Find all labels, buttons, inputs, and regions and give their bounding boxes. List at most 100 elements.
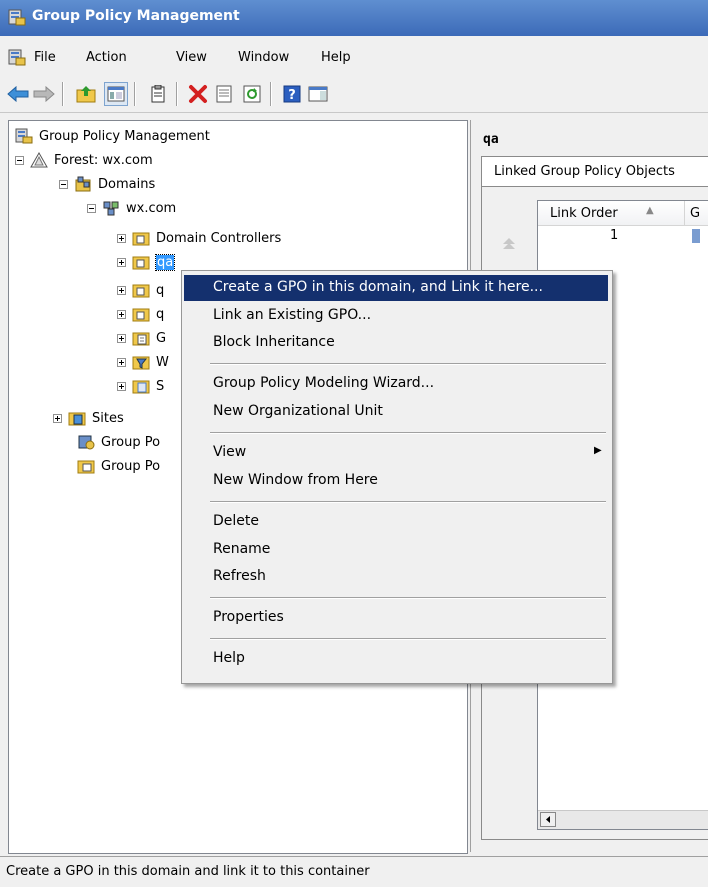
tree-item-qa[interactable]: qa	[117, 251, 176, 273]
tree-item-modeling[interactable]: Group Po	[77, 431, 160, 453]
ou-folder-icon	[132, 308, 150, 322]
tree-label-modeling: Group Po	[101, 434, 161, 450]
menu-item-new-ou[interactable]: New Organizational Unit	[184, 399, 608, 425]
menu-item-view[interactable]: View ▶	[184, 440, 608, 466]
details-heading: qa	[483, 132, 499, 147]
expand-toggle[interactable]	[117, 357, 126, 367]
tree-label-ou-3: q	[156, 282, 165, 298]
tree-item-results[interactable]: Group Po	[77, 455, 160, 477]
title-bar[interactable]: Group Policy Management	[0, 0, 708, 36]
scroll-left-button[interactable]	[540, 812, 556, 827]
tree-item-ou-4[interactable]: q	[117, 303, 164, 325]
menu-file[interactable]: File	[34, 50, 56, 65]
context-menu: Create a GPO in this domain, and Link it…	[181, 270, 613, 684]
expand-toggle[interactable]	[117, 309, 126, 319]
expand-toggle[interactable]	[53, 413, 62, 423]
domains-icon	[75, 176, 91, 192]
menu-window[interactable]: Window	[238, 50, 289, 65]
collapse-toggle[interactable]	[59, 179, 68, 189]
show-action-pane-icon[interactable]	[306, 82, 330, 106]
tree-item-forest[interactable]: Forest: wx.com	[15, 149, 153, 171]
menu-item-new-window[interactable]: New Window from Here	[184, 468, 608, 494]
ou-folder-icon	[132, 284, 150, 298]
tree-item-domains[interactable]: Domains	[59, 173, 155, 195]
tree-label-gpo-container: G	[156, 330, 167, 346]
table-row[interactable]: 1	[538, 225, 708, 247]
expand-toggle[interactable]	[117, 333, 126, 343]
tree-item-wmi-filters[interactable]: W	[117, 351, 169, 373]
menu-item-refresh[interactable]: Refresh	[184, 564, 608, 590]
expand-toggle[interactable]	[117, 285, 126, 295]
expand-toggle[interactable]	[117, 233, 126, 243]
tree-label-root: Group Policy Management	[39, 128, 210, 144]
menu-item-block-inheritance[interactable]: Block Inheritance	[184, 330, 608, 356]
menu-item-properties[interactable]: Properties	[184, 605, 608, 631]
status-text: Create a GPO in this domain and link it …	[6, 864, 370, 879]
menu-item-modeling-wizard[interactable]: Group Policy Modeling Wizard...	[184, 371, 608, 397]
menu-bar: File Action View Window Help	[0, 36, 708, 76]
menu-item-help[interactable]: Help	[184, 646, 608, 672]
gpm-root-icon	[15, 128, 33, 144]
tab-label: Linked Group Policy Objects	[494, 164, 675, 179]
ou-folder-icon	[132, 232, 150, 246]
menu-help[interactable]: Help	[321, 50, 351, 65]
ou-folder-icon	[132, 256, 150, 270]
horizontal-scrollbar[interactable]	[538, 810, 708, 829]
tree-item-gpo-container[interactable]: G	[117, 327, 166, 349]
gpo-folder-icon	[132, 332, 150, 346]
gpm-app-icon	[8, 9, 26, 26]
properties-icon[interactable]	[212, 82, 236, 106]
tree-label-results: Group Po	[101, 458, 161, 474]
tree-label-qa: qa	[154, 253, 176, 271]
menu-item-create-gpo-link[interactable]: Create a GPO in this domain, and Link it…	[184, 275, 608, 301]
menu-view[interactable]: View	[176, 50, 207, 65]
window-title: Group Policy Management	[32, 8, 240, 24]
results-icon	[77, 460, 95, 474]
back-arrow-icon[interactable]	[6, 82, 30, 106]
forest-icon	[30, 152, 48, 168]
delete-icon[interactable]	[186, 82, 210, 106]
tree-label-domain: wx.com	[126, 200, 177, 216]
tree-label-forest: Forest: wx.com	[54, 152, 153, 168]
sort-ascending-icon: ▲	[646, 205, 654, 216]
tree-label-sites: Sites	[92, 410, 124, 426]
starter-gpo-icon	[132, 380, 150, 394]
menu-action[interactable]: Action	[86, 50, 127, 65]
copy-icon[interactable]	[146, 82, 170, 106]
gpo-icon	[692, 229, 700, 243]
help-icon[interactable]: ?	[280, 82, 304, 106]
collapse-toggle[interactable]	[87, 203, 96, 213]
column-header-gpo[interactable]: G	[690, 206, 700, 221]
tree-item-root[interactable]: Group Policy Management	[15, 125, 210, 147]
column-header-label: Link Order	[550, 206, 618, 221]
tree-item-sites[interactable]: Sites	[53, 407, 124, 429]
menu-item-delete[interactable]: Delete	[184, 509, 608, 535]
tab-linked-gpos[interactable]: Linked Group Policy Objects	[481, 156, 708, 187]
tree-label-starter-gpos: S	[156, 378, 165, 394]
wmi-filter-icon	[132, 356, 150, 370]
move-link-up-icon[interactable]	[501, 236, 517, 255]
link-order-cell: 1	[610, 228, 619, 243]
tree-label-domain-controllers: Domain Controllers	[156, 230, 282, 246]
collapse-toggle[interactable]	[15, 155, 24, 165]
up-folder-icon[interactable]	[74, 82, 98, 106]
tree-item-domain[interactable]: wx.com	[87, 197, 176, 219]
modeling-icon	[78, 435, 95, 450]
column-header-link-order[interactable]: Link Order ▲ G	[538, 201, 708, 226]
tree-label-ou-4: q	[156, 306, 165, 322]
menu-item-link-existing-gpo[interactable]: Link an Existing GPO...	[184, 303, 608, 329]
submenu-arrow-icon: ▶	[594, 445, 602, 456]
expand-toggle[interactable]	[117, 257, 126, 267]
domain-icon	[103, 201, 119, 216]
show-hide-tree-icon[interactable]	[104, 82, 128, 106]
expand-toggle[interactable]	[117, 381, 126, 391]
tree-item-starter-gpos[interactable]: S	[117, 375, 164, 397]
gpm-menu-icon[interactable]	[8, 48, 26, 66]
refresh-icon[interactable]	[240, 82, 264, 106]
tree-item-domain-controllers[interactable]: Domain Controllers	[117, 227, 281, 249]
tree-label-wmi-filters: W	[156, 354, 169, 370]
menu-item-rename[interactable]: Rename	[184, 537, 608, 563]
svg-text:?: ?	[288, 88, 296, 103]
tree-item-ou-3[interactable]: q	[117, 279, 164, 301]
forward-arrow-icon[interactable]	[32, 82, 56, 106]
